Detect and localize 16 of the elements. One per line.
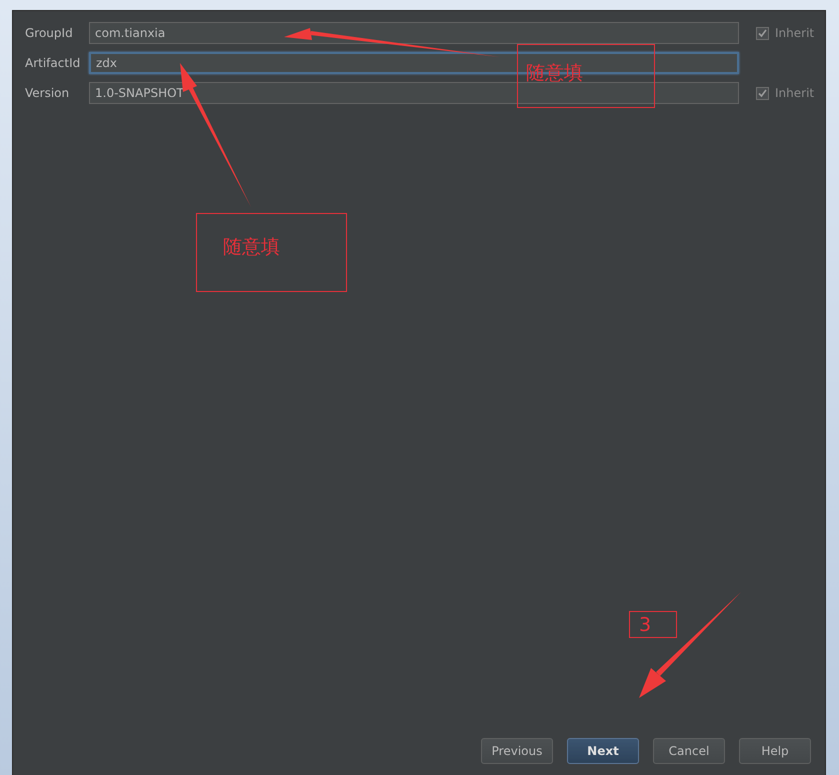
text-field[interactable]: 1.0-SNAPSHOT xyxy=(89,82,739,104)
field-label: ArtifactId xyxy=(24,56,82,70)
checkbox-label: Inherit xyxy=(775,26,814,40)
annotation-note: 随意填 xyxy=(196,213,347,292)
checkbox[interactable] xyxy=(756,86,769,100)
checkbox-label: Inherit xyxy=(775,86,814,100)
dialog-button[interactable]: Help xyxy=(739,738,811,764)
checkbox[interactable] xyxy=(756,26,769,40)
dialog-button[interactable]: Previous xyxy=(481,738,553,764)
dialog-button[interactable]: Cancel xyxy=(653,738,725,764)
field-label: Version xyxy=(24,86,70,100)
annotation-note: 3 xyxy=(629,611,677,638)
annotation-note: 随意填 xyxy=(517,44,655,108)
field-label: GroupId xyxy=(24,26,74,40)
text-field[interactable]: com.tianxia xyxy=(89,22,739,44)
dialog-button[interactable]: Next xyxy=(567,738,639,764)
